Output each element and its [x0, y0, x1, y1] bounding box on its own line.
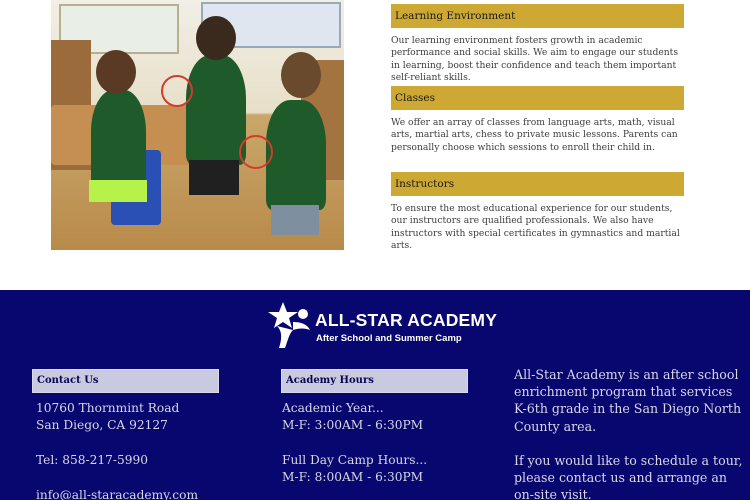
address-line: 10760 Thornmint Road — [36, 401, 180, 415]
section-heading: Learning Environment — [391, 4, 684, 28]
hours-heading: Academy Hours — [281, 369, 468, 393]
photo-shorts — [189, 160, 239, 195]
photo-child-head — [96, 50, 136, 94]
photo-child — [266, 100, 326, 210]
section-body: To ensure the most educational experienc… — [391, 203, 680, 252]
academic-year-hours: M-F: 3:00AM - 6:30PM — [282, 418, 424, 432]
photo-shorts — [89, 180, 147, 202]
section-heading: Classes — [391, 86, 684, 110]
photo-child-head — [281, 52, 321, 98]
brand-tagline: After School and Summer Camp — [316, 333, 462, 344]
section-classes: Classes We offer an array of classes fro… — [391, 86, 684, 154]
about-text: All-Star Academy is an after school enri… — [514, 367, 742, 434]
main-content: Learning Environment Our learning enviro… — [0, 0, 750, 290]
photo-toy — [161, 75, 193, 107]
about-info: All-Star Academy is an after school enri… — [514, 366, 744, 500]
star-figure-logo-icon — [268, 302, 310, 348]
camp-hours: M-F: 8:00AM - 6:30PM — [282, 470, 424, 484]
email-link[interactable]: info@all-staracademy.com — [36, 487, 256, 500]
section-learning-environment: Learning Environment Our learning enviro… — [391, 4, 684, 85]
contact-heading: Contact Us — [32, 369, 219, 393]
photo-child — [186, 55, 246, 165]
section-body: Our learning environment fosters growth … — [391, 35, 679, 84]
hours-info: Academic Year... M-F: 3:00AM - 6:30PM Fu… — [282, 400, 482, 486]
address-line: San Diego, CA 92127 — [36, 418, 168, 432]
section-instructors: Instructors To ensure the most education… — [391, 172, 684, 253]
footer-logo[interactable]: ALL-STAR ACADEMY After School and Summer… — [263, 300, 497, 355]
section-body: We offer an array of classes from langua… — [391, 117, 678, 153]
academic-year-label: Academic Year... — [282, 401, 384, 415]
photo-child-head — [196, 16, 236, 60]
classroom-photo — [51, 0, 344, 250]
section-heading: Instructors — [391, 172, 684, 196]
photo-shorts — [271, 205, 319, 235]
photo-toy — [239, 135, 273, 169]
camp-hours-label: Full Day Camp Hours... — [282, 453, 428, 467]
site-footer: ALL-STAR ACADEMY After School and Summer… — [0, 290, 750, 500]
brand-name: ALL-STAR ACADEMY — [315, 310, 498, 330]
phone-number[interactable]: Tel: 858-217-5990 — [36, 452, 256, 469]
contact-info: 10760 Thornmint Road San Diego, CA 92127… — [36, 400, 256, 500]
tour-cta-text: If you would like to schedule a tour, pl… — [514, 452, 743, 500]
